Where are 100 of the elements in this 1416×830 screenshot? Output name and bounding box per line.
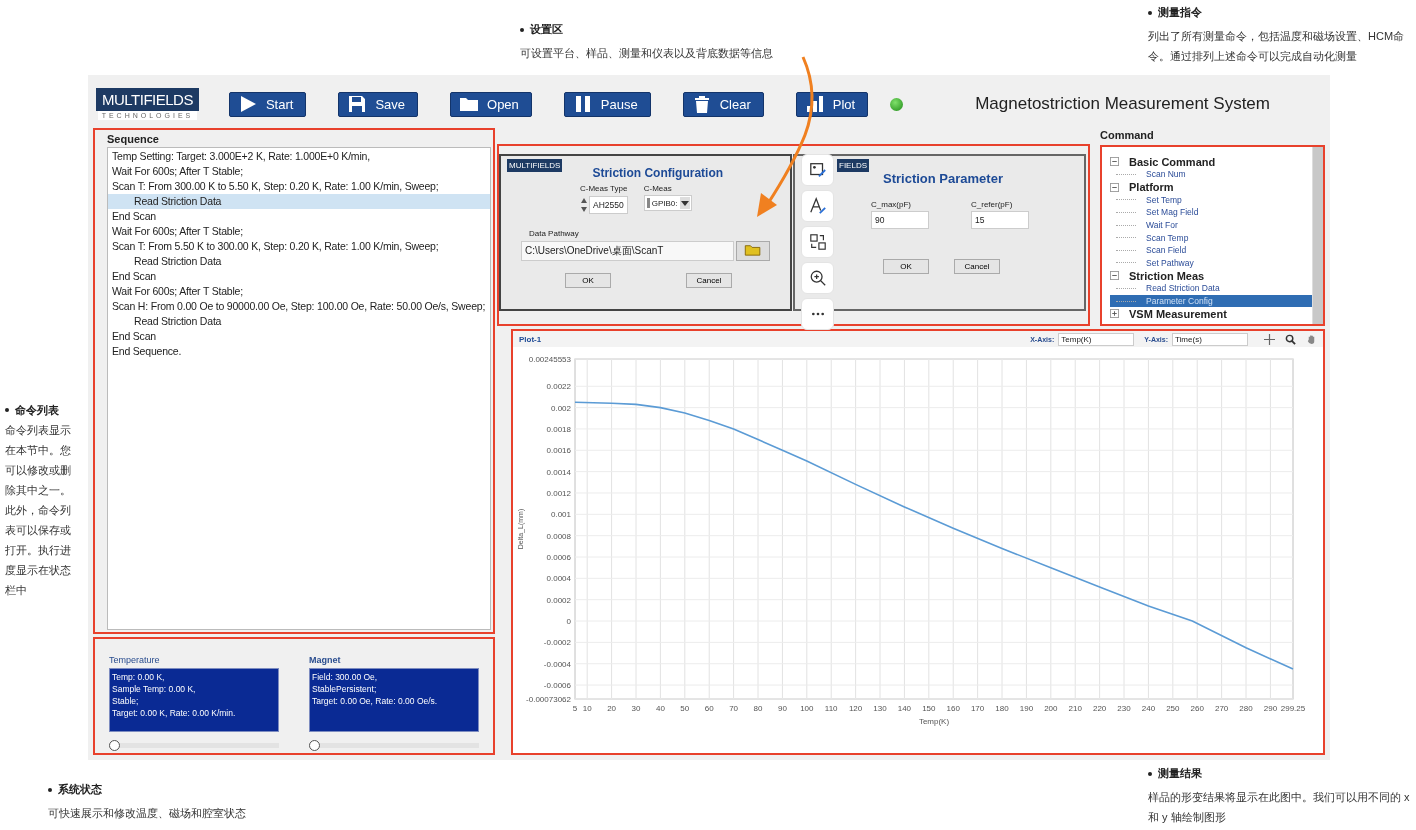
- sequence-line[interactable]: End Sequence.: [108, 344, 490, 359]
- x-tick-label: 280: [1239, 704, 1253, 713]
- x-tick-label: 60: [704, 704, 714, 713]
- status-title: Temperature: [109, 655, 161, 665]
- zoom-in-button[interactable]: [801, 262, 834, 294]
- toolbar-button[interactable]: Open: [450, 91, 532, 117]
- y-tick-label: 0.0004: [546, 574, 571, 584]
- tree-item[interactable]: Set Mag Field: [1110, 206, 1312, 219]
- bullet-icon: [1148, 771, 1152, 776]
- x-tick-label: 240: [1141, 704, 1156, 713]
- folder-icon: [744, 243, 762, 256]
- browse-button[interactable]: [736, 241, 770, 261]
- x-tick-label: 220: [1092, 704, 1107, 713]
- x-tick-label: 70: [729, 704, 739, 713]
- input-field[interactable]: 90: [871, 211, 929, 229]
- sequence-line[interactable]: Read Striction Data: [108, 314, 490, 329]
- text-pencil-icon: [808, 197, 827, 215]
- note-title: 设置区: [530, 22, 563, 37]
- slider-thumb[interactable]: [309, 740, 320, 751]
- bar-chart-icon: [804, 94, 825, 114]
- toolbar-button[interactable]: Start: [228, 91, 307, 117]
- sequence-line[interactable]: Read Striction Data: [108, 254, 490, 269]
- path-field[interactable]: C:\Users\OneDrive\桌面\ScanT: [521, 241, 734, 261]
- x-tick-label: 150: [922, 704, 936, 713]
- y-tick-label: -0.0006: [543, 681, 571, 691]
- ok-button[interactable]: OK: [883, 259, 929, 274]
- ok-button[interactable]: OK: [565, 273, 611, 288]
- crosshair-icon[interactable]: [1264, 333, 1275, 345]
- input-field[interactable]: 15: [971, 211, 1029, 229]
- y-tick-label: 0.0002: [546, 595, 571, 605]
- sequence-line[interactable]: Scan T: From 5.50 K to 300.00 K, Step: 0.20 K, Rate: 1.00 K/min, Sweep;: [108, 239, 490, 254]
- x-tick-label: 40: [655, 704, 665, 713]
- y-tick-label: 0.002: [550, 403, 571, 413]
- sequence-line[interactable]: Scan H: From 0.00 Oe to 90000.00 Oe, Step: 100.00 Oe, Rate: 50.00 Oe/s, Sweep;: [108, 299, 490, 314]
- tree-item[interactable]: Basic Command: [1129, 155, 1216, 168]
- expander-icon[interactable]: [1110, 271, 1119, 281]
- tree-item[interactable]: Set Pathway: [1110, 256, 1312, 270]
- zoom-icon[interactable]: [1285, 333, 1296, 345]
- tree-item[interactable]: Parameter Config: [1110, 294, 1312, 308]
- tree-item[interactable]: Scan Temp: [1110, 231, 1312, 244]
- more-icon: [810, 312, 825, 316]
- toolbar-button[interactable]: Clear: [682, 91, 764, 117]
- x-tick-label: 260: [1190, 704, 1204, 713]
- axis-dropdown[interactable]: Temp(K): [1058, 332, 1135, 346]
- input-field[interactable]: AH2550: [589, 196, 628, 214]
- y-tick-label: -0.0004: [543, 659, 571, 669]
- sequence-line[interactable]: Scan T: From 300.00 K to 5.50 K, Step: 0.20 K, Rate: 1.00 K/min, Sweep;: [108, 179, 490, 194]
- convert-button[interactable]: [801, 226, 834, 258]
- swap-icon: [808, 233, 827, 251]
- sequence-line[interactable]: Wait For 600s; After T Stable;: [108, 164, 490, 179]
- tree-item[interactable]: Read Striction Data: [1110, 282, 1312, 295]
- expander-icon[interactable]: [1110, 157, 1119, 166]
- cancel-button[interactable]: Cancel: [954, 259, 1000, 274]
- sequence-line[interactable]: Wait For 600s; After T Stable;: [108, 224, 490, 239]
- y-tick-label: 0.0014: [546, 467, 571, 477]
- tree-item[interactable]: Striction Meas: [1129, 269, 1205, 282]
- sequence-line[interactable]: Wait For 600s; After T Stable;: [108, 284, 490, 299]
- y-tick-label: 0.0012: [546, 489, 571, 498]
- sequence-line[interactable]: End Scan: [108, 329, 490, 344]
- x-tick-label: 10: [582, 704, 592, 713]
- cancel-button[interactable]: Cancel: [686, 273, 732, 288]
- bullet-icon: [5, 408, 9, 412]
- expander-icon[interactable]: [1110, 182, 1119, 192]
- x-tick-label: 210: [1068, 704, 1082, 713]
- sequence-line[interactable]: Temp Setting: Target: 3.000E+2 K, Rate: 1.000E+0 K/min,: [108, 149, 490, 164]
- expander-icon[interactable]: [1110, 309, 1119, 319]
- note-title: 测量结果: [1158, 766, 1202, 781]
- y-tick-label: 0: [566, 617, 571, 627]
- tree-item[interactable]: Platform: [1129, 181, 1174, 194]
- x-tick-label: 170: [970, 704, 985, 713]
- sequence-line[interactable]: End Scan: [108, 209, 490, 224]
- slider-thumb[interactable]: [109, 740, 120, 751]
- edit-image-button[interactable]: [801, 154, 834, 186]
- slider-track[interactable]: [309, 740, 479, 751]
- y-tick-label: 0.001: [550, 510, 571, 520]
- field-label: C_refer(pF): [971, 200, 1014, 209]
- toolbar-button[interactable]: Save: [338, 91, 418, 117]
- dropdown[interactable]: GPIB0:: [643, 195, 692, 211]
- slider-track[interactable]: [109, 740, 279, 751]
- x-tick-label: 180: [995, 704, 1009, 713]
- app-title: Magnetostriction Measurement System: [975, 94, 1270, 114]
- axis-dropdown[interactable]: Time(s): [1172, 332, 1248, 346]
- tree-item[interactable]: Scan Field: [1110, 243, 1312, 257]
- y-tick-label: -0.00073062: [526, 695, 571, 704]
- tree-item[interactable]: Set Temp: [1110, 193, 1312, 207]
- tree-item[interactable]: Wait For: [1110, 218, 1312, 232]
- image-pencil-icon: [808, 161, 827, 179]
- sequence-line[interactable]: End Scan: [108, 269, 490, 284]
- toolbar-button[interactable]: Pause: [563, 91, 651, 117]
- hand-icon[interactable]: [1306, 333, 1317, 345]
- toolbar-button[interactable]: Plot: [795, 91, 869, 117]
- x-tick-label: 5: [572, 704, 578, 713]
- x-tick-label: 110: [824, 704, 838, 713]
- note-text: 可快速展示和修改温度、磁场和腔室状态: [48, 806, 247, 821]
- tree-item[interactable]: VSM Measurement: [1129, 307, 1227, 320]
- edit-text-button[interactable]: [801, 190, 834, 222]
- tree-item[interactable]: Scan Num: [1110, 168, 1312, 181]
- note-text: 列出了所有测量命令，包括温度和磁场设置、HCM命令。通过排列上述命令可以完成自动化测量: [1148, 29, 1406, 64]
- scrollbar[interactable]: [1312, 147, 1323, 324]
- y-tick-label: 0.0018: [546, 424, 571, 434]
